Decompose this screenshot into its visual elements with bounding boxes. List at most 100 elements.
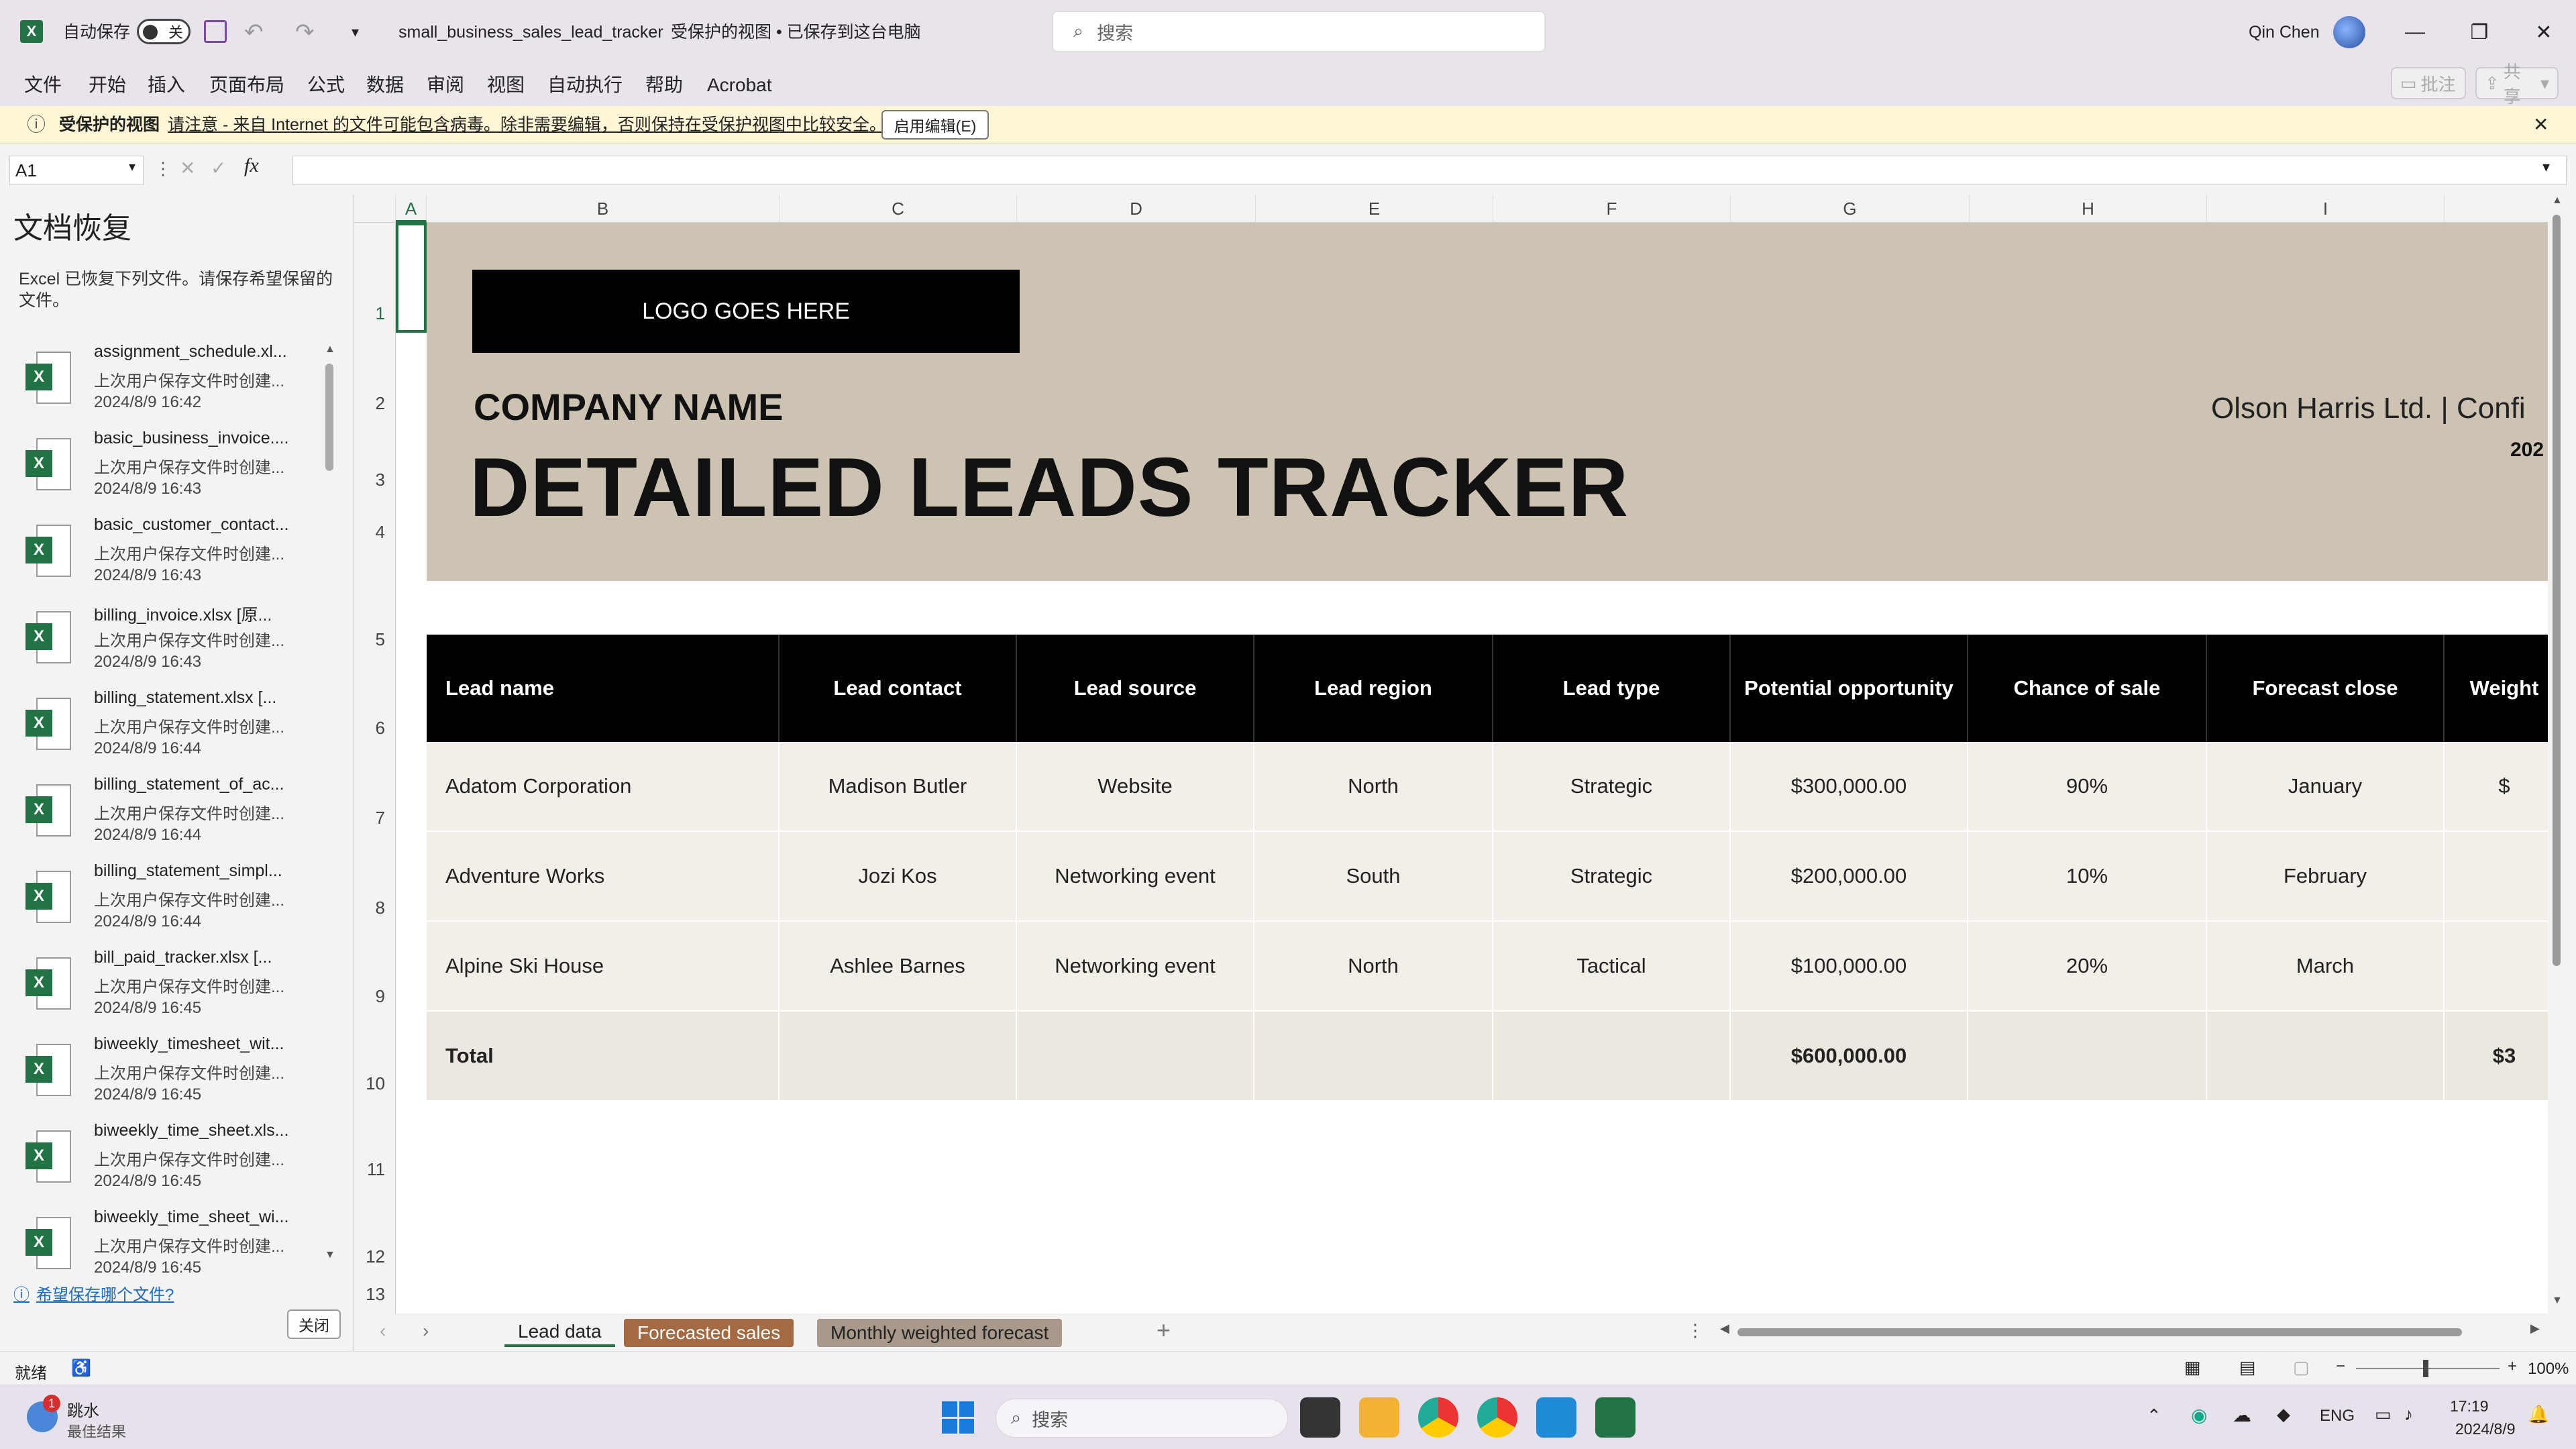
close-bar-icon[interactable]: ✕ [2533, 106, 2548, 144]
which-file-help-link[interactable]: ⓘ 希望保存哪个文件? [13, 1281, 174, 1305]
sheet-tab-forecasted-sales[interactable]: Forecasted sales [624, 1319, 794, 1347]
column-header-g[interactable]: G [1731, 195, 1970, 223]
recovered-file-item[interactable]: Xbilling_statement_simpl... 上次用户保存文件时创建..… [0, 856, 322, 943]
chrome-icon[interactable] [1418, 1397, 1458, 1438]
enable-editing-button[interactable]: 启用编辑(E) [881, 110, 989, 140]
user-name[interactable]: Qin Chen [2249, 0, 2320, 64]
row-header-1[interactable]: 1 [354, 303, 396, 330]
table-cell[interactable] [1017, 1012, 1254, 1102]
select-all-corner[interactable] [354, 195, 396, 223]
tab-options-icon[interactable]: ⋮ [1686, 1320, 1704, 1341]
share-button[interactable]: ⇪ 共享 ▾ [2475, 62, 2559, 107]
tray-app-icon[interactable]: ◆ [2277, 1404, 2290, 1425]
restore-icon[interactable]: ❐ [2447, 0, 2512, 64]
edge-tray-icon[interactable]: ◉ [2191, 1404, 2207, 1426]
table-cell[interactable]: Website [1017, 742, 1254, 832]
notification-icon[interactable]: 🔔 [2528, 1404, 2549, 1425]
save-icon[interactable] [204, 20, 227, 43]
table-cell[interactable]: $300,000.00 [1731, 742, 1968, 832]
enter-icon[interactable]: ✓ [211, 157, 226, 179]
recovered-file-item[interactable]: Xbilling_statement.xlsx [... 上次用户保存文件时创建.… [0, 683, 322, 769]
table-cell[interactable]: $3 [2445, 1012, 2565, 1102]
recovered-file-item[interactable]: Xbiweekly_time_sheet.xls... 上次用户保存文件时创建..… [0, 1116, 322, 1202]
menu-automate[interactable]: 自动执行 [547, 64, 623, 106]
recovered-file-item[interactable]: Xbiweekly_timesheet_wit... 上次用户保存文件时创建...… [0, 1029, 322, 1116]
table-cell[interactable]: January [2207, 742, 2445, 832]
column-header-a[interactable]: A [396, 195, 427, 223]
table-header-cell[interactable]: Lead contact [780, 635, 1017, 742]
table-cell[interactable]: Ashlee Barnes [780, 922, 1017, 1012]
next-sheet-icon[interactable]: › [423, 1320, 429, 1342]
close-icon[interactable]: ✕ [2512, 0, 2576, 64]
table-cell[interactable] [2207, 1012, 2445, 1102]
menu-review[interactable]: 审阅 [427, 64, 464, 106]
table-cell[interactable]: Networking event [1017, 832, 1254, 922]
vscode-icon[interactable] [1536, 1397, 1576, 1438]
menu-data[interactable]: 数据 [366, 64, 404, 106]
row-header-5[interactable]: 5 [354, 629, 396, 656]
row-header-10[interactable]: 10 [354, 1073, 396, 1100]
expand-formula-icon[interactable]: ▾ [2542, 158, 2550, 176]
excel-taskbar-icon[interactable] [1595, 1397, 1635, 1438]
menu-home[interactable]: 开始 [89, 64, 126, 106]
table-cell[interactable]: $100,000.00 [1731, 922, 1968, 1012]
column-header-e[interactable]: E [1256, 195, 1493, 223]
table-cell[interactable] [1493, 1012, 1731, 1102]
table-cell[interactable]: Tactical [1493, 922, 1731, 1012]
table-header-cell[interactable]: Lead region [1254, 635, 1493, 742]
taskbar-search[interactable]: ⌕ 搜索 [996, 1399, 1288, 1438]
vertical-scrollbar[interactable]: ▲ ▼ [2548, 195, 2565, 1313]
row-header-7[interactable]: 7 [354, 808, 396, 835]
row-header-11[interactable]: 11 [354, 1159, 396, 1186]
table-header-cell[interactable]: Chance of sale [1968, 635, 2207, 742]
minimize-icon[interactable]: — [2383, 0, 2447, 64]
start-icon[interactable] [942, 1401, 974, 1434]
zoom-thumb[interactable] [2423, 1360, 2428, 1377]
table-cell[interactable]: Strategic [1493, 832, 1731, 922]
table-header-cell[interactable]: Lead source [1017, 635, 1254, 742]
tray-overflow-icon[interactable]: ⌃ [2147, 1405, 2161, 1426]
table-cell[interactable]: Alpine Ski House [427, 922, 780, 1012]
table-cell[interactable]: Networking event [1017, 922, 1254, 1012]
clock-date[interactable]: 2024/8/9 [2455, 1420, 2516, 1438]
row-header-4[interactable]: 4 [354, 522, 396, 549]
recovered-file-item[interactable]: Xbasic_customer_contact... 上次用户保存文件时创建...… [0, 510, 322, 596]
doc-scrollbar[interactable]: ▲ ▼ [323, 343, 335, 1263]
volume-icon[interactable]: ♪ [2404, 1404, 2413, 1425]
onedrive-icon[interactable]: ☁ [2233, 1404, 2251, 1426]
redo-icon[interactable]: ↷ [295, 0, 315, 64]
menu-page-layout[interactable]: 页面布局 [209, 64, 284, 106]
row-header-9[interactable]: 9 [354, 986, 396, 1013]
table-header-cell[interactable]: Forecast close [2207, 635, 2445, 742]
formula-input[interactable] [292, 156, 2567, 185]
table-cell[interactable]: Total [427, 1012, 780, 1102]
clock-time[interactable]: 17:19 [2450, 1397, 2489, 1415]
row-header-8[interactable]: 8 [354, 898, 396, 924]
accessibility-icon[interactable]: ♿ [71, 1358, 91, 1378]
table-cell[interactable] [2445, 922, 2565, 1012]
row-header-3[interactable]: 3 [354, 470, 396, 496]
menu-help[interactable]: 帮助 [645, 64, 683, 106]
table-cell[interactable]: 20% [1968, 922, 2207, 1012]
file-status[interactable]: 受保护的视图 • 已保存到这台电脑 [671, 0, 921, 64]
normal-view-icon[interactable]: ▦ [2184, 1357, 2201, 1378]
column-header-h[interactable]: H [1970, 195, 2207, 223]
recovered-file-item[interactable]: Xbilling_statement_of_ac... 上次用户保存文件时创建..… [0, 769, 322, 856]
column-header-d[interactable]: D [1017, 195, 1256, 223]
table-cell[interactable]: $200,000.00 [1731, 832, 1968, 922]
table-header-cell[interactable]: Lead name [427, 635, 780, 742]
table-cell[interactable]: Adatom Corporation [427, 742, 780, 832]
table-header-cell[interactable]: Weight [2445, 635, 2565, 742]
row-header-6[interactable]: 6 [354, 718, 396, 745]
name-box-dropdown-icon[interactable]: ▾ [129, 158, 136, 175]
table-cell[interactable]: Jozi Kos [780, 832, 1017, 922]
menu-insert[interactable]: 插入 [148, 64, 185, 106]
recovered-file-item[interactable]: Xbiweekly_time_sheet_wi... 上次用户保存文件时创建...… [0, 1202, 322, 1276]
menu-view[interactable]: 视图 [487, 64, 525, 106]
sheet-tab-lead-data[interactable]: Lead data [504, 1319, 615, 1347]
menu-file[interactable]: 文件 [24, 64, 62, 106]
recovered-file-item[interactable]: Xbilling_invoice.xlsx [原... 上次用户保存文件时创建..… [0, 596, 322, 683]
name-box[interactable]: A1 [9, 156, 144, 185]
table-cell[interactable]: South [1254, 832, 1493, 922]
zoom-out-icon[interactable]: − [2336, 1357, 2345, 1376]
